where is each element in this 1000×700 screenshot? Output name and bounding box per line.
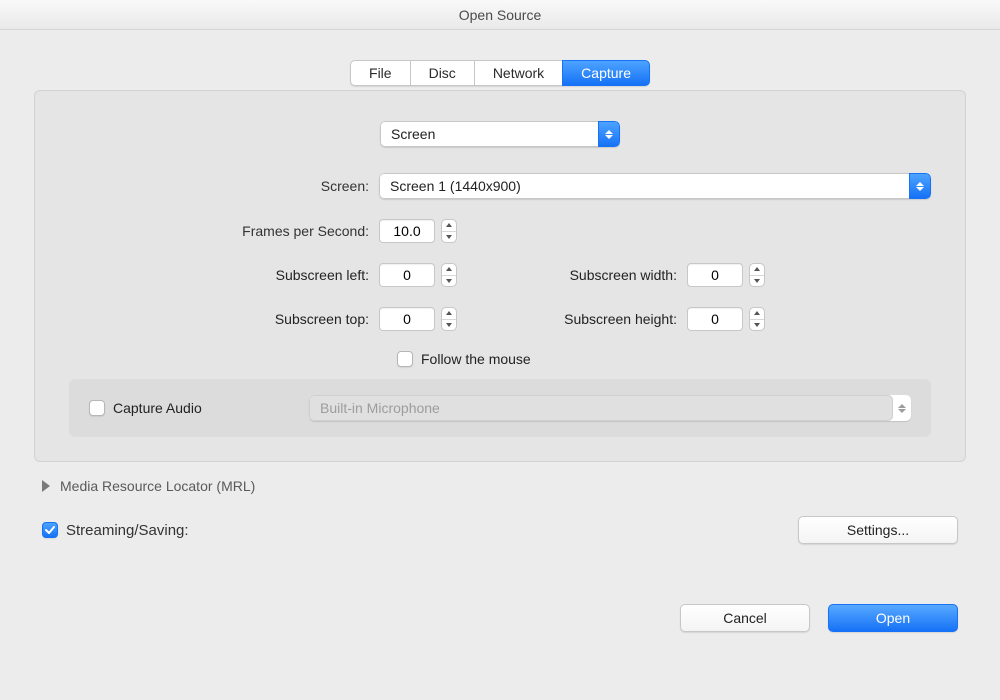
chevron-up-icon bbox=[442, 264, 456, 276]
below-panel: Media Resource Locator (MRL) Streaming/S… bbox=[34, 462, 966, 544]
streaming-saving-checkbox[interactable] bbox=[42, 522, 58, 538]
screen-row: Screen: Screen 1 (1440x900) bbox=[69, 173, 931, 199]
follow-mouse-row: Follow the mouse bbox=[397, 351, 931, 367]
mrl-label: Media Resource Locator (MRL) bbox=[60, 478, 255, 494]
chevron-up-icon bbox=[442, 308, 456, 320]
screen-value: Screen 1 (1440x900) bbox=[379, 173, 909, 199]
sub-top-label: Subscreen top: bbox=[69, 311, 379, 327]
tab-disc[interactable]: Disc bbox=[410, 60, 475, 86]
sub-top-input[interactable] bbox=[379, 307, 435, 331]
segmented-control: File Disc Network Capture bbox=[350, 60, 650, 86]
capture-audio-label: Capture Audio bbox=[113, 400, 202, 416]
chevron-up-icon bbox=[442, 220, 456, 232]
audio-device-select: Built-in Microphone bbox=[309, 395, 911, 421]
audio-device-value: Built-in Microphone bbox=[309, 395, 893, 421]
capture-audio-box: Capture Audio Built-in Microphone bbox=[69, 379, 931, 437]
source-type-value: Screen bbox=[380, 121, 598, 147]
window-title: Open Source bbox=[0, 0, 1000, 30]
fps-label: Frames per Second: bbox=[69, 223, 379, 239]
sub-height-input[interactable] bbox=[687, 307, 743, 331]
sub-left-width-row: Subscreen left: Subscreen width: bbox=[69, 263, 931, 287]
dialog-footer: Cancel Open bbox=[0, 564, 1000, 632]
follow-mouse-checkbox[interactable] bbox=[397, 351, 413, 367]
fps-stepper[interactable] bbox=[441, 219, 457, 243]
screen-select[interactable]: Screen 1 (1440x900) bbox=[379, 173, 931, 199]
tab-network[interactable]: Network bbox=[474, 60, 563, 86]
updown-icon bbox=[598, 121, 620, 147]
sub-height-label: Subscreen height: bbox=[497, 311, 687, 327]
capture-audio-toggle: Capture Audio bbox=[89, 400, 289, 416]
streaming-saving-toggle: Streaming/Saving: bbox=[42, 522, 189, 539]
source-type-select[interactable]: Screen bbox=[380, 121, 620, 147]
settings-button[interactable]: Settings... bbox=[798, 516, 958, 544]
streaming-saving-label: Streaming/Saving: bbox=[66, 522, 189, 539]
chevron-up-icon bbox=[750, 308, 764, 320]
chevron-up-icon bbox=[750, 264, 764, 276]
follow-mouse-label: Follow the mouse bbox=[421, 351, 531, 367]
sub-height-stepper[interactable] bbox=[749, 307, 765, 331]
capture-form: Screen: Screen 1 (1440x900) Frames per S… bbox=[69, 173, 931, 367]
chevron-down-icon bbox=[750, 320, 764, 331]
mrl-disclosure[interactable]: Media Resource Locator (MRL) bbox=[42, 478, 958, 494]
fps-input[interactable] bbox=[379, 219, 435, 243]
sub-width-label: Subscreen width: bbox=[497, 267, 687, 283]
source-type-row: Screen bbox=[69, 121, 931, 147]
fps-row: Frames per Second: bbox=[69, 219, 931, 243]
updown-icon bbox=[893, 395, 911, 421]
capture-panel: Screen Screen: Screen 1 (1440x900) Frame… bbox=[34, 90, 966, 462]
disclosure-triangle-icon bbox=[42, 480, 50, 492]
cancel-button[interactable]: Cancel bbox=[680, 604, 810, 632]
sub-top-height-row: Subscreen top: Subscreen height: bbox=[69, 307, 931, 331]
sub-left-stepper[interactable] bbox=[441, 263, 457, 287]
sub-width-stepper[interactable] bbox=[749, 263, 765, 287]
capture-audio-checkbox[interactable] bbox=[89, 400, 105, 416]
chevron-down-icon bbox=[442, 276, 456, 287]
tab-file[interactable]: File bbox=[350, 60, 411, 86]
sub-left-input[interactable] bbox=[379, 263, 435, 287]
sub-width-input[interactable] bbox=[687, 263, 743, 287]
chevron-down-icon bbox=[442, 232, 456, 243]
source-tabs: File Disc Network Capture bbox=[34, 60, 966, 86]
chevron-down-icon bbox=[442, 320, 456, 331]
sub-left-label: Subscreen left: bbox=[69, 267, 379, 283]
tab-capture[interactable]: Capture bbox=[562, 60, 650, 86]
screen-label: Screen: bbox=[69, 178, 379, 194]
dialog-content: File Disc Network Capture Screen Screen:… bbox=[0, 30, 1000, 564]
streaming-saving-row: Streaming/Saving: Settings... bbox=[42, 516, 958, 544]
updown-icon bbox=[909, 173, 931, 199]
chevron-down-icon bbox=[750, 276, 764, 287]
open-button[interactable]: Open bbox=[828, 604, 958, 632]
sub-top-stepper[interactable] bbox=[441, 307, 457, 331]
